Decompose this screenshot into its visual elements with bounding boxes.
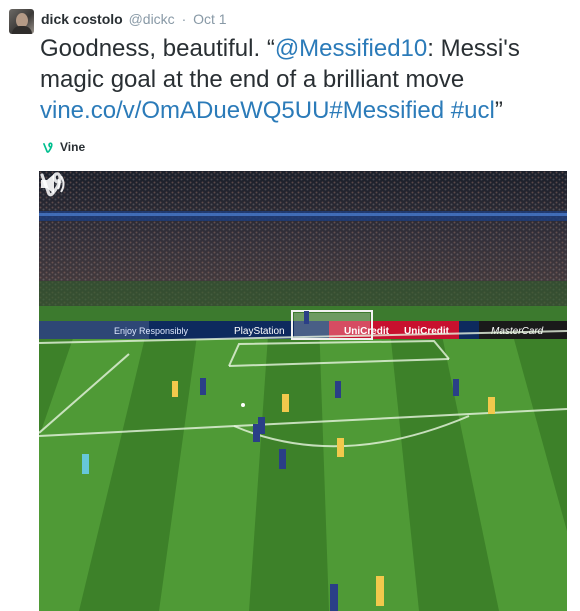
player <box>172 381 178 397</box>
tweet-text-part: ” <box>494 97 503 124</box>
player <box>330 584 338 611</box>
player <box>453 379 459 396</box>
card-source[interactable]: Vine <box>43 140 85 154</box>
football-video-frame: Enjoy Responsibly PlayStation UniCredit … <box>39 171 567 611</box>
author-name[interactable]: dick costolo <box>41 11 123 27</box>
player <box>304 311 309 324</box>
tweet-text-part: : Messi's <box>427 35 520 62</box>
ad-board-text: PlayStation <box>234 326 285 337</box>
tweet-header: dick costolo @dickc · Oct 1 <box>41 11 227 27</box>
vine-small-icon <box>43 141 53 153</box>
avatar-shoulders <box>12 26 32 34</box>
mention-link[interactable]: @Messified10 <box>275 35 427 62</box>
tweet-text: Goodness, beautiful. “@Messified10: Mess… <box>40 33 575 126</box>
player <box>200 378 206 395</box>
header-separator: · <box>181 11 187 27</box>
vine-logo-icon <box>40 172 62 197</box>
player <box>335 381 341 398</box>
card-source-label: Vine <box>60 140 86 154</box>
player <box>282 394 289 412</box>
tweet-text-part: magic goal at the end of a brilliant mov… <box>40 66 465 93</box>
author-avatar[interactable] <box>9 9 34 34</box>
ball <box>241 403 245 407</box>
tweet-text-part: Goodness, beautiful. “ <box>40 35 275 62</box>
vine-video-player[interactable]: Enjoy Responsibly PlayStation UniCredit … <box>39 171 567 611</box>
player <box>337 438 344 457</box>
hashtag-link-ucl[interactable]: #ucl <box>451 97 495 124</box>
player <box>488 397 495 414</box>
hashtag-link-messified[interactable]: #Messified <box>329 97 444 124</box>
upper-tier-led <box>39 213 567 216</box>
author-handle[interactable]: @dickc <box>129 11 175 27</box>
tweet-text-space <box>444 97 451 124</box>
tweet-timestamp[interactable]: Oct 1 <box>193 11 226 27</box>
vine-url-link[interactable]: vine.co/v/OmADueWQ5UU <box>40 97 329 124</box>
ad-board-text: Enjoy Responsibly <box>114 326 189 336</box>
player <box>376 576 384 606</box>
player <box>82 454 89 474</box>
player <box>279 449 286 469</box>
lower-stand-edge <box>39 281 567 306</box>
player <box>258 417 265 434</box>
